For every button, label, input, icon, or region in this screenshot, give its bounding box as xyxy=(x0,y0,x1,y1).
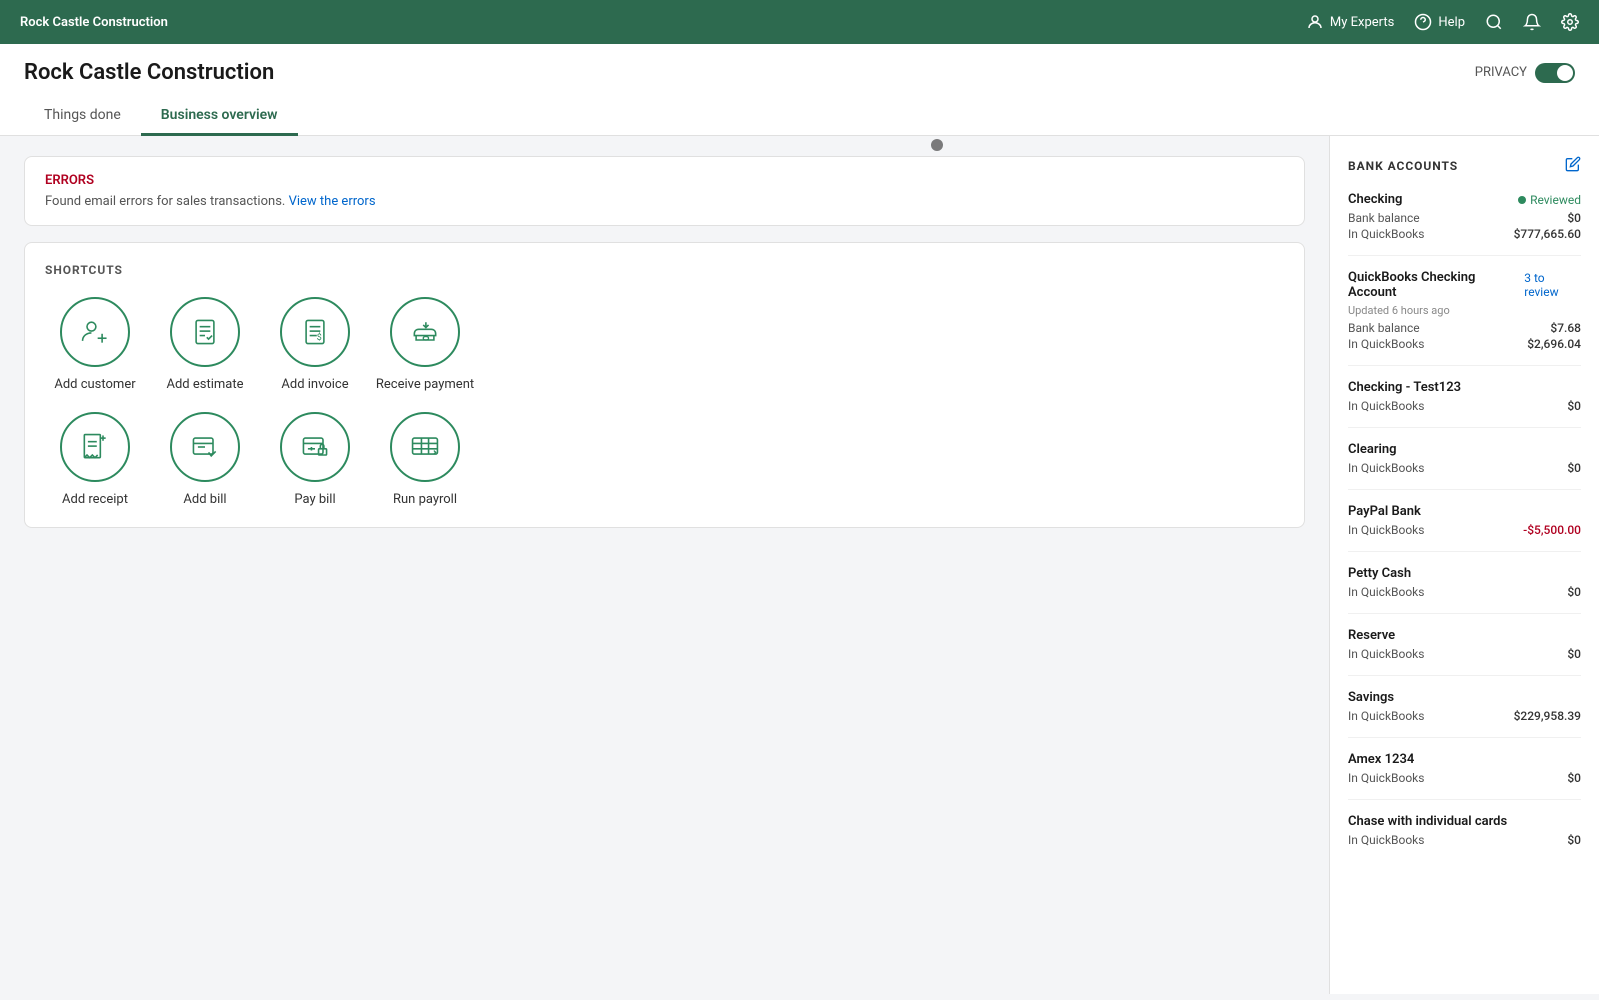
run-payroll-label: Run payroll xyxy=(393,492,457,507)
bank-name-qb-checking: QuickBooks Checking Account xyxy=(1348,270,1524,300)
shortcuts-title: SHORTCUTS xyxy=(45,263,1284,277)
bank-name-petty-cash: Petty Cash xyxy=(1348,566,1411,581)
bank-qb-row-savings: In QuickBooks $229,958.39 xyxy=(1348,709,1581,723)
pay-bill-label: Pay bill xyxy=(294,492,335,507)
bank-qb-row-test123: In QuickBooks $0 xyxy=(1348,399,1581,413)
qb-checking-review-link[interactable]: 3 to review xyxy=(1524,271,1581,299)
bank-qb-row-reserve: In QuickBooks $0 xyxy=(1348,647,1581,661)
shortcut-run-payroll[interactable]: Run payroll xyxy=(375,412,475,507)
bank-item-savings: Savings In QuickBooks $229,958.39 xyxy=(1348,690,1581,738)
bank-qb-row-paypal: In QuickBooks -$5,500.00 xyxy=(1348,523,1581,537)
bank-qb-row-checking: In QuickBooks $777,665.60 xyxy=(1348,227,1581,241)
bank-qb-row-chase: In QuickBooks $0 xyxy=(1348,833,1581,847)
pay-bill-icon xyxy=(280,412,350,482)
bank-qb-row-clearing: In QuickBooks $0 xyxy=(1348,461,1581,475)
topbar: Rock Castle Construction My Experts Help xyxy=(0,0,1599,44)
shortcut-add-estimate[interactable]: Add estimate xyxy=(155,297,255,392)
bank-qb-row-petty-cash: In QuickBooks $0 xyxy=(1348,585,1581,599)
my-experts-button[interactable]: My Experts xyxy=(1306,13,1394,31)
bank-name-chase: Chase with individual cards xyxy=(1348,814,1507,829)
add-invoice-icon: $ xyxy=(280,297,350,367)
bank-item-amex: Amex 1234 In QuickBooks $0 xyxy=(1348,752,1581,800)
add-estimate-icon xyxy=(170,297,240,367)
bank-item-checking-test123: Checking - Test123 In QuickBooks $0 xyxy=(1348,380,1581,428)
svg-text:$: $ xyxy=(317,332,322,343)
add-bill-icon xyxy=(170,412,240,482)
bank-name-checking: Checking xyxy=(1348,192,1402,207)
alert-title: ERRORS xyxy=(45,173,1284,188)
add-receipt-icon xyxy=(60,412,130,482)
help-label: Help xyxy=(1438,15,1465,30)
shortcut-add-receipt[interactable]: Add receipt xyxy=(45,412,145,507)
company-name: Rock Castle Construction xyxy=(24,60,274,85)
alert-text: Found email errors for sales transaction… xyxy=(45,194,1284,209)
main-header: Rock Castle Construction PRIVACY Things … xyxy=(0,44,1599,136)
tab-business-overview[interactable]: Business overview xyxy=(141,97,298,136)
add-bill-label: Add bill xyxy=(183,492,226,507)
bank-updated-qb: Updated 6 hours ago xyxy=(1348,304,1581,317)
settings-button[interactable] xyxy=(1561,13,1579,31)
bank-name-paypal: PayPal Bank xyxy=(1348,504,1421,519)
bank-name-clearing: Clearing xyxy=(1348,442,1397,457)
topbar-company-name: Rock Castle Construction xyxy=(20,15,168,30)
page-content: ERRORS Found email errors for sales tran… xyxy=(0,136,1599,994)
search-button[interactable] xyxy=(1485,13,1503,31)
bank-qb-row-amex: In QuickBooks $0 xyxy=(1348,771,1581,785)
shortcut-add-customer[interactable]: Add customer xyxy=(45,297,145,392)
left-panel: ERRORS Found email errors for sales tran… xyxy=(0,136,1329,994)
bank-name-reserve: Reserve xyxy=(1348,628,1395,643)
add-estimate-label: Add estimate xyxy=(166,377,243,392)
receive-payment-label: Receive payment xyxy=(376,377,474,392)
bank-item-paypal: PayPal Bank In QuickBooks -$5,500.00 xyxy=(1348,504,1581,552)
privacy-switch[interactable] xyxy=(1535,63,1575,83)
bank-item-qb-checking: QuickBooks Checking Account 3 to review … xyxy=(1348,270,1581,366)
bank-item-clearing: Clearing In QuickBooks $0 xyxy=(1348,442,1581,490)
bank-balance-row-checking: Bank balance $0 xyxy=(1348,211,1581,225)
help-button[interactable]: Help xyxy=(1414,13,1465,31)
shortcut-pay-bill[interactable]: Pay bill xyxy=(265,412,365,507)
bank-status-reviewed: Reviewed xyxy=(1518,193,1581,207)
shortcut-add-bill[interactable]: Add bill xyxy=(155,412,255,507)
bank-item-petty-cash: Petty Cash In QuickBooks $0 xyxy=(1348,566,1581,614)
bank-accounts-title: BANK ACCOUNTS xyxy=(1348,159,1458,173)
add-receipt-label: Add receipt xyxy=(62,492,128,507)
receive-payment-icon xyxy=(390,297,460,367)
shortcuts-grid: Add customer Add estimate xyxy=(45,297,1284,507)
bank-item-chase: Chase with individual cards In QuickBook… xyxy=(1348,814,1581,861)
bank-name-amex: Amex 1234 xyxy=(1348,752,1414,767)
bank-accounts-header: BANK ACCOUNTS xyxy=(1348,156,1581,176)
bank-edit-icon[interactable] xyxy=(1565,156,1581,176)
topbar-nav: My Experts Help xyxy=(1306,13,1579,31)
bank-item-checking: Checking Reviewed Bank balance $0 In Qui… xyxy=(1348,192,1581,256)
run-payroll-icon xyxy=(390,412,460,482)
toggle-knob xyxy=(1557,65,1573,81)
bank-accounts-panel: BANK ACCOUNTS Checking Reviewed Bank bal… xyxy=(1329,136,1599,994)
experts-label: My Experts xyxy=(1330,15,1394,30)
privacy-toggle[interactable]: PRIVACY xyxy=(1475,63,1575,83)
bank-item-reserve: Reserve In QuickBooks $0 xyxy=(1348,628,1581,676)
tabs: Things done Business overview xyxy=(24,97,1575,135)
bank-name-checking-test123: Checking - Test123 xyxy=(1348,380,1461,395)
bank-qb-row-qb: In QuickBooks $2,696.04 xyxy=(1348,337,1581,351)
add-customer-icon xyxy=(60,297,130,367)
shortcut-receive-payment[interactable]: Receive payment xyxy=(375,297,475,392)
notifications-button[interactable] xyxy=(1523,13,1541,31)
add-customer-label: Add customer xyxy=(54,377,135,392)
alert-section: ERRORS Found email errors for sales tran… xyxy=(24,156,1305,226)
status-dot-green xyxy=(1518,196,1526,204)
privacy-label: PRIVACY xyxy=(1475,65,1527,80)
add-invoice-label: Add invoice xyxy=(281,377,348,392)
view-errors-link[interactable]: View the errors xyxy=(289,194,376,209)
shortcut-add-invoice[interactable]: $ Add invoice xyxy=(265,297,365,392)
tab-things-done[interactable]: Things done xyxy=(24,97,141,136)
bank-name-savings: Savings xyxy=(1348,690,1394,705)
bank-balance-row-qb: Bank balance $7.68 xyxy=(1348,321,1581,335)
shortcuts-section: SHORTCUTS Add customer xyxy=(24,242,1305,528)
